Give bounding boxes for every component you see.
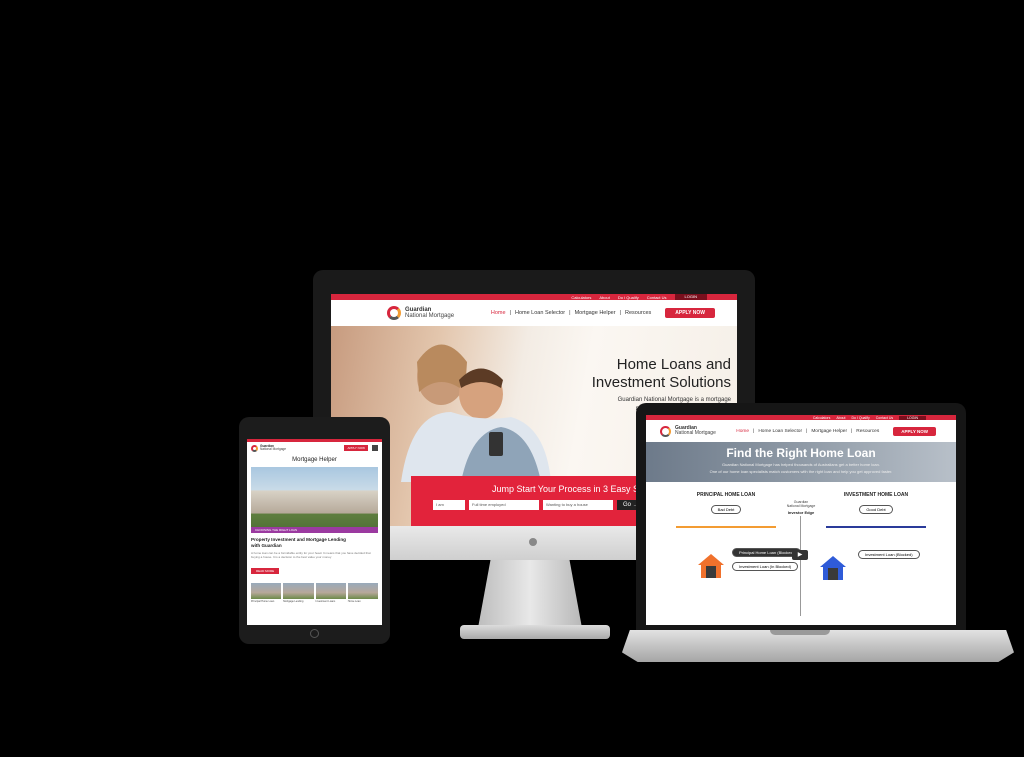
login-button[interactable]: LOGIN [899,415,926,420]
thumbnail[interactable] [315,583,346,599]
employment-select[interactable]: Full time employed [469,500,539,510]
monitor-foot [460,625,610,639]
utility-link-calculators[interactable]: Calculators [813,416,831,420]
nav-resources[interactable]: Resources [625,310,651,316]
principal-heading: PRINCIPAL HOME LOAN [696,492,756,498]
thumbnail[interactable] [347,583,378,599]
brand-logo[interactable]: Guardian National Mortgage [260,444,286,452]
main-nav: Guardian National Mortgage Home | Home Lo… [331,300,737,326]
thumbnail[interactable] [283,583,314,599]
apply-now-button[interactable]: APPLY NOW [665,308,715,318]
thumbnail-label: Investment Loans [315,600,336,603]
utility-link-qualify[interactable]: Do I Qualify [851,416,869,420]
apply-now-button[interactable]: APPLY NOW [344,445,368,451]
principal-slider[interactable] [676,526,776,528]
nav-home-loan-selector[interactable]: Home Loan Selector [515,310,565,316]
photo-tag: CHOOSING THE RIGHT LOAN [251,527,378,533]
thumbnail[interactable] [251,583,282,599]
nav-links: Home | Home Loan Selector | Mortgage Helpe… [490,310,652,316]
nav-links: Home | Home Loan Selector | Mortgage Helpe… [736,428,880,434]
investment-blocked-pill: Investment Loan (Blocked) [858,550,920,559]
nav-resources[interactable]: Resources [856,429,879,434]
center-divider [800,516,801,616]
principal-blocked-pill: Principal Home Loan (Blocked) [732,548,802,557]
investment-column: INVESTMENT HOME LOAN Good Debt [816,492,936,528]
house-photo: CHOOSING THE RIGHT LOAN [251,467,378,533]
investment-home-icon [820,556,846,580]
laptop-notch [770,630,830,635]
principal-column: PRINCIPAL HOME LOAN Bad Debt [666,492,786,528]
bad-debt-pill: Bad Debt [710,505,742,514]
apply-now-button[interactable]: APPLY NOW [893,426,936,436]
investment-heading: INVESTMENT HOME LOAN [843,492,909,498]
hamburger-menu-icon[interactable] [372,445,378,451]
utility-link-contact[interactable]: Contact Us [647,295,667,300]
article-body: A home loan can be a formidable entity f… [251,551,371,559]
laptop-screen: Calculators About Do I Qualify Contact U… [646,415,956,625]
home-button[interactable] [310,629,319,638]
logo-mark-icon [251,444,258,452]
laptop: Calculators About Do I Qualify Contact U… [636,403,966,635]
thumbnail-labels: Principal Home Loan Mortgage Lending Inv… [251,600,378,603]
hero-subtitle-line1: Guardian National Mortgage has helped th… [722,462,880,467]
main-nav: Guardian National Mortgage Home | Home Lo… [646,420,956,442]
tablet-screen: Guardian National Mortgage APPLY NOW Mor… [247,439,382,625]
hero-subtitle-line2: One of our home loan specialists match c… [709,469,893,474]
read-more-button[interactable]: READ MORE [251,568,280,574]
brand-logo[interactable]: Guardian National Mortgage [387,306,454,320]
nav-mortgage-helper[interactable]: Mortgage Helper [811,429,847,434]
nav-home[interactable]: Home [491,310,506,316]
hero-couple-image [401,344,551,482]
related-thumbnails [251,583,378,599]
investment-in-blocked-pill: Investment Loan (In Blocked) [732,562,799,571]
thumbnail-label: Home Loan [347,600,361,603]
nav-home-loan-selector[interactable]: Home Loan Selector [758,429,802,434]
monitor-logo-dot [529,538,537,546]
utility-link-about[interactable]: About [836,416,845,420]
loan-comparison: PRINCIPAL HOME LOAN Bad Debt INVESTMENT … [646,482,956,625]
utility-link-about[interactable]: About [599,295,609,300]
investment-slider[interactable] [826,526,926,528]
utility-link-qualify[interactable]: Do I Qualify [618,295,639,300]
article-heading[interactable]: Property Investment and Mortgage Lending… [251,537,378,548]
brand-logo[interactable]: Guardian National Mortgage [660,425,716,437]
play-icon[interactable]: ▶ [792,550,808,560]
monitor-stand [478,560,582,628]
good-debt-pill: Good Debt [859,505,893,514]
logo-mark-icon [387,306,401,320]
logo-mark-icon [660,425,671,437]
devices-mockup: Calculators About Do I Qualify Contact U… [0,0,1024,757]
nav-home[interactable]: Home [736,429,749,434]
nav-mortgage-helper[interactable]: Mortgage Helper [575,310,616,316]
i-am-select[interactable]: I am [433,500,465,510]
main-nav: Guardian National Mortgage APPLY NOW [247,442,382,454]
thumbnail-label: Mortgage Lending [283,600,304,603]
home-icon [698,554,724,578]
page-title: Mortgage Helper [292,457,337,463]
goal-select[interactable]: Wanting to buy a house [543,500,613,510]
tablet: Guardian National Mortgage APPLY NOW Mor… [239,417,390,644]
hero-title: Find the Right Home Loan [726,446,876,460]
hero-title: Home Loans and Investment Solutions [591,356,731,391]
thumbnail-label: Principal Home Loan [251,600,275,603]
logo-subname: National Mortgage [405,313,455,319]
hero-section: Find the Right Home Loan Guardian Nation… [646,442,956,482]
login-button[interactable]: LOGIN [674,294,707,300]
utility-link-contact[interactable]: Contact Us [876,416,893,420]
utility-link-calculators[interactable]: Calculators [571,295,591,300]
center-brand: Guardian National Mortgage Investor Edge [786,500,816,515]
